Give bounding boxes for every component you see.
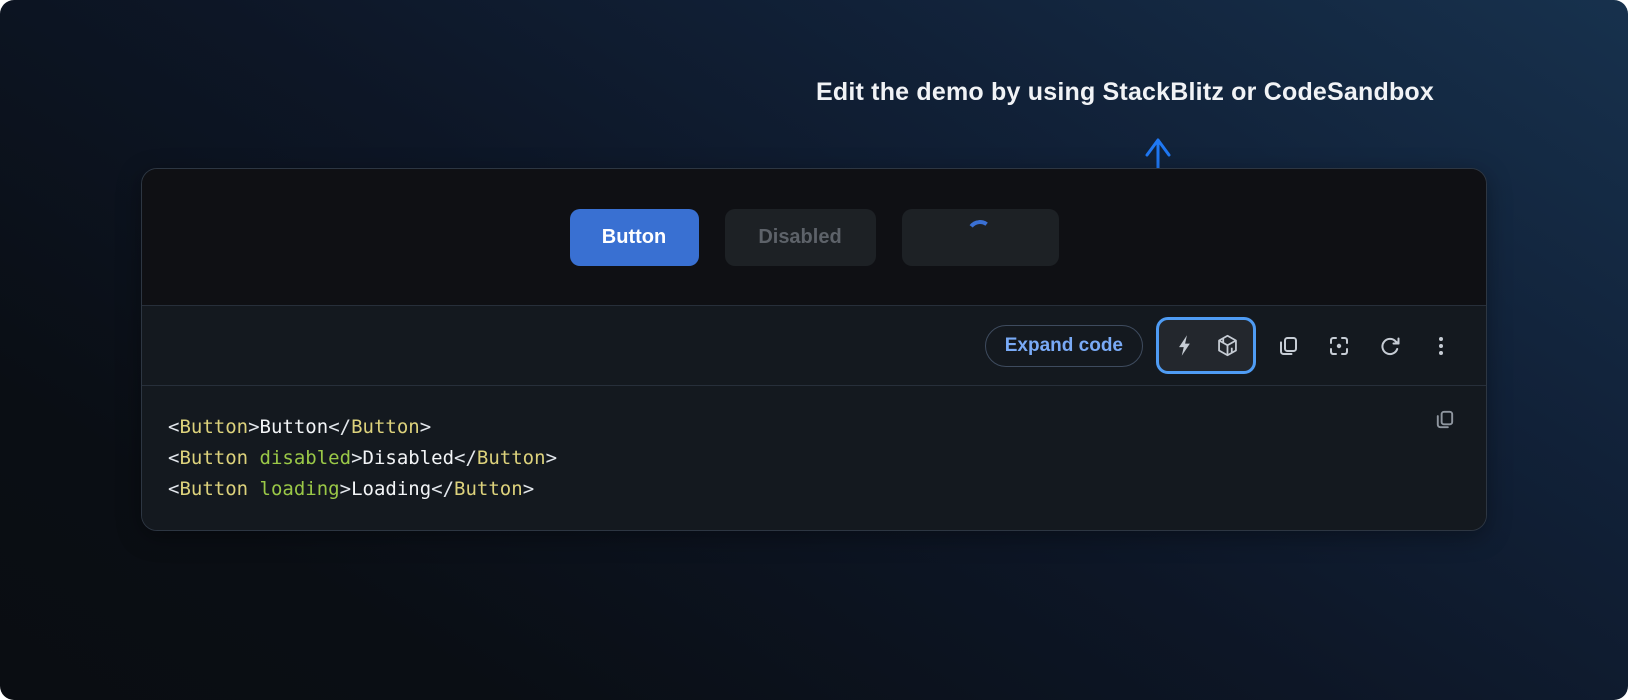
editor-links-highlight-group [1156, 317, 1256, 374]
annotation-text: Edit the demo by using StackBlitz or Cod… [816, 78, 1434, 107]
code-block: <Button>Button</Button><Button disabled>… [142, 386, 1486, 530]
copy-icon[interactable] [1269, 324, 1307, 368]
stackblitz-bolt-icon[interactable] [1166, 324, 1204, 368]
demo-toolbar: Expand code [142, 306, 1486, 386]
demo-preview-area: Button Disabled [142, 169, 1486, 306]
code-lines: <Button>Button</Button><Button disabled>… [168, 412, 1426, 505]
demo-page: Edit the demo by using StackBlitz or Cod… [0, 0, 1628, 700]
disabled-button[interactable]: Disabled [725, 209, 876, 266]
code-line: <Button>Button</Button> [168, 412, 1426, 443]
isolate-icon[interactable] [1320, 324, 1358, 368]
expand-code-button[interactable]: Expand code [985, 325, 1143, 367]
code-line: <Button disabled>Disabled</Button> [168, 443, 1426, 474]
loading-button[interactable] [902, 209, 1059, 266]
demo-card: Button Disabled Expand code [141, 168, 1487, 531]
code-line: <Button loading>Loading</Button> [168, 474, 1426, 505]
loading-spinner-icon [965, 218, 994, 247]
refresh-icon[interactable] [1371, 324, 1409, 368]
primary-button[interactable]: Button [570, 209, 699, 266]
code-copy-icon[interactable] [1433, 408, 1456, 434]
more-vertical-icon[interactable] [1422, 324, 1460, 368]
codesandbox-cube-icon[interactable] [1208, 324, 1246, 368]
